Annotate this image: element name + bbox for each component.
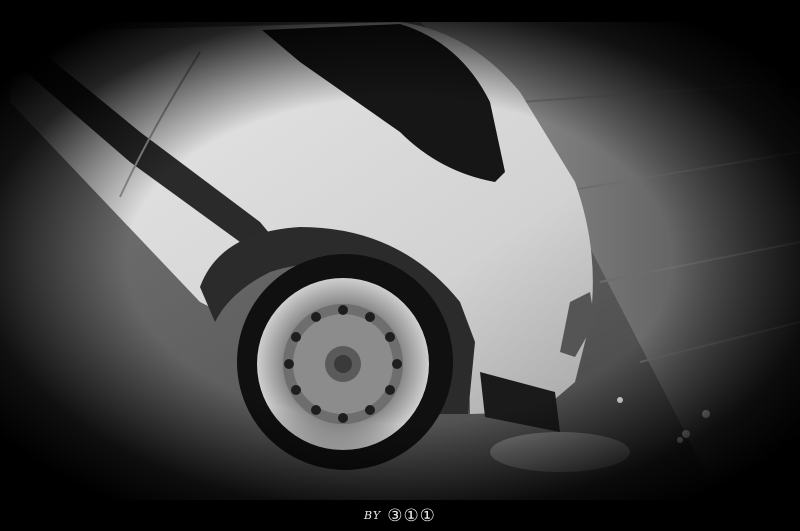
photographer-credit: BY ③①① [364,506,436,526]
top-letterbox-bar [0,0,800,22]
car-photograph [0,22,800,500]
credit-text: ③①① [387,505,436,526]
credit-prefix: BY [364,509,382,522]
caption-bar: BY ③①① [0,500,800,531]
